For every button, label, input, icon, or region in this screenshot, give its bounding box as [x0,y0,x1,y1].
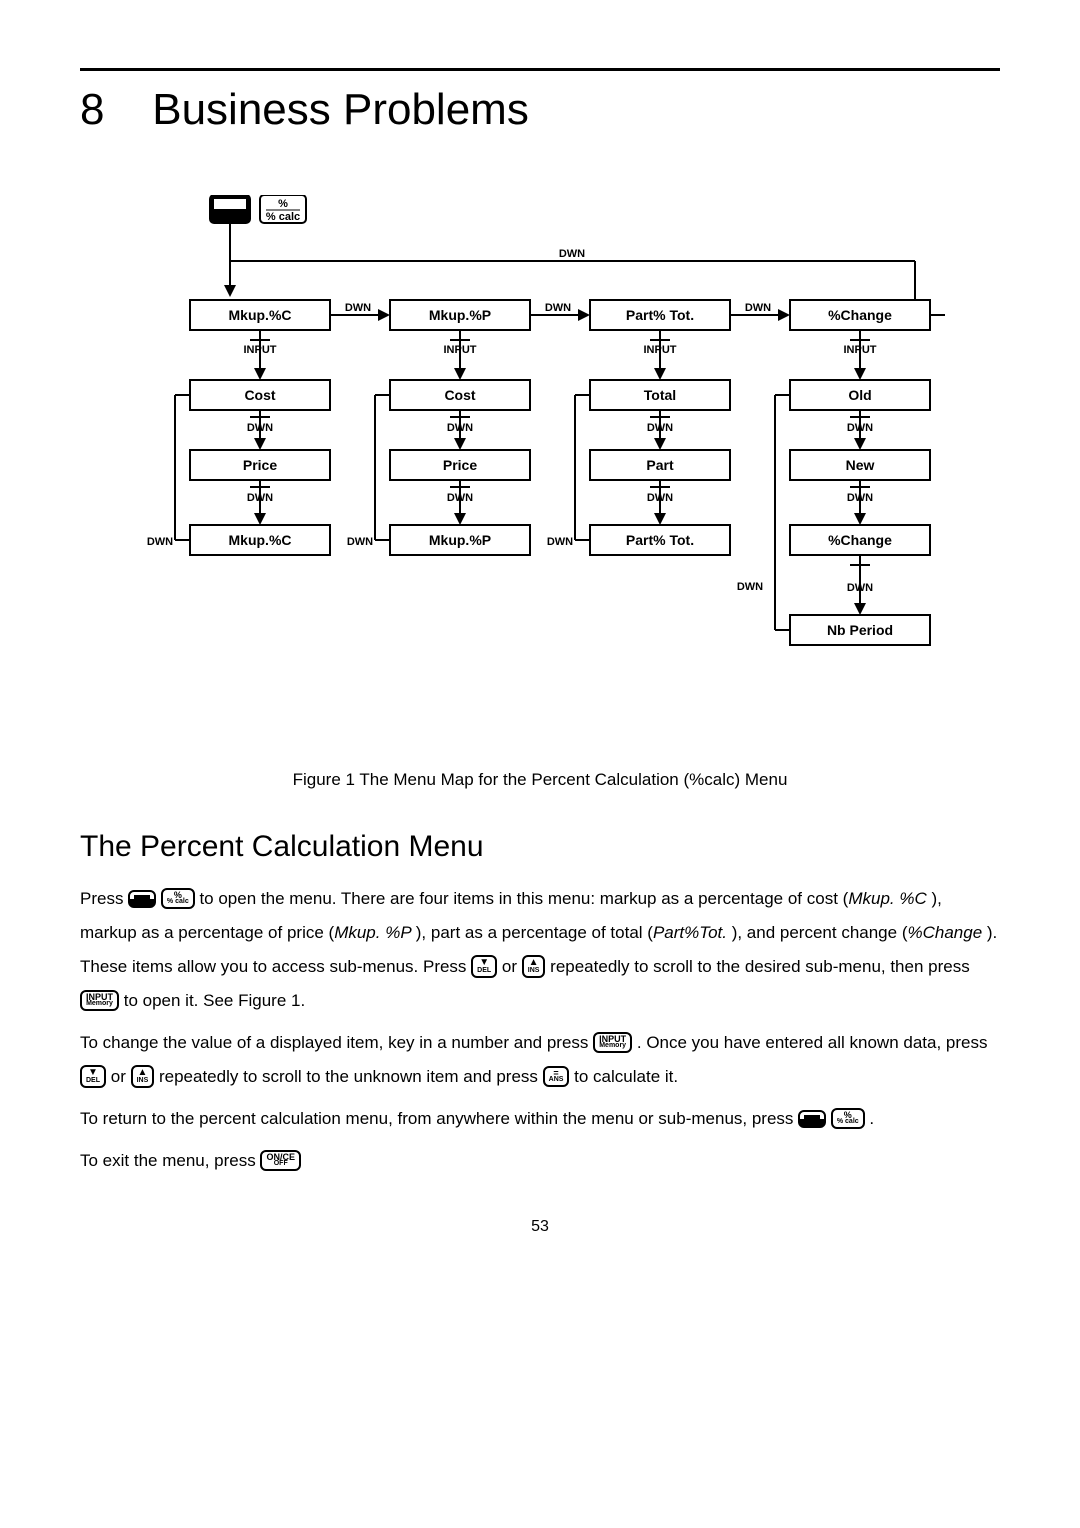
up-key-icon: ▲INS [131,1065,155,1087]
chapter-title-text: Business Problems [152,85,529,134]
input-key-icon: INPUTMemory [593,1032,632,1053]
svg-text:Old: Old [848,387,871,403]
input-key-icon: INPUTMemory [80,990,119,1011]
paragraph-3: To return to the percent calculation men… [80,1102,1000,1136]
page-number: 53 [80,1218,1000,1236]
svg-text:DWN: DWN [147,536,173,548]
down-key-icon: ▼DEL [80,1065,106,1087]
figure-1: % % calc DWN Mkup.%C Mkup.%P Part% Tot. … [90,195,990,740]
section-heading: The Percent Calculation Menu [80,830,1000,864]
svg-text:%Change: %Change [828,532,892,548]
svg-text:Price: Price [443,457,477,473]
svg-text:New: New [846,457,875,473]
svg-text:Mkup.%P: Mkup.%P [429,532,491,548]
svg-text:INPUT: INPUT [444,344,477,356]
svg-text:%: % [278,198,288,210]
svg-text:Cost: Cost [444,387,475,403]
paragraph-2: To change the value of a displayed item,… [80,1026,1000,1094]
svg-text:DWN: DWN [247,422,273,434]
figure-caption: Figure 1 The Menu Map for the Percent Ca… [80,770,1000,790]
svg-text:INPUT: INPUT [244,344,277,356]
percent-calc-key-icon: %% calc [831,1108,865,1129]
paragraph-1: Press %% calc to open the menu. There ar… [80,882,1000,1018]
svg-text:DWN: DWN [545,302,571,314]
body-text: Press %% calc to open the menu. There ar… [80,882,1000,1178]
svg-text:INPUT: INPUT [844,344,877,356]
svg-text:%Change: %Change [828,307,892,323]
svg-text:Total: Total [644,387,676,403]
svg-text:Nb Period: Nb Period [827,622,893,638]
menu-map-diagram: % % calc DWN Mkup.%C Mkup.%P Part% Tot. … [90,195,990,735]
svg-text:Part% Tot.: Part% Tot. [626,532,694,548]
svg-text:DWN: DWN [247,492,273,504]
svg-text:% calc: % calc [266,211,300,223]
svg-text:DWN: DWN [347,536,373,548]
on-ce-key-icon: ON/CEOFF [260,1150,301,1171]
top-rule [80,68,1000,71]
shift-key-icon [128,890,156,908]
down-key-icon: ▼DEL [471,955,497,977]
chapter-title: 8 Business Problems [80,85,1000,135]
svg-text:DWN: DWN [345,302,371,314]
svg-text:DWN: DWN [547,536,573,548]
svg-text:DWN: DWN [447,422,473,434]
svg-text:Mkup.%C: Mkup.%C [229,532,292,548]
equals-key-icon: =ANS [543,1066,570,1087]
svg-text:Cost: Cost [244,387,275,403]
svg-text:DWN: DWN [847,582,873,594]
shift-key-icon [798,1110,826,1128]
up-key-icon: ▲INS [522,955,546,977]
svg-text:DWN: DWN [847,492,873,504]
svg-text:Mkup.%C: Mkup.%C [229,307,292,323]
svg-text:Part: Part [646,457,674,473]
svg-text:Price: Price [243,457,277,473]
svg-text:DWN: DWN [737,581,763,593]
svg-text:DWN: DWN [745,302,771,314]
percent-calc-key-icon: %% calc [161,888,195,909]
chapter-number: 8 [80,85,140,135]
svg-text:Part% Tot.: Part% Tot. [626,307,694,323]
paragraph-4: To exit the menu, press ON/CEOFF [80,1144,1000,1178]
svg-text:DWN: DWN [559,248,585,260]
svg-text:DWN: DWN [447,492,473,504]
svg-text:DWN: DWN [647,492,673,504]
svg-text:DWN: DWN [847,422,873,434]
svg-text:INPUT: INPUT [644,344,677,356]
svg-text:Mkup.%P: Mkup.%P [429,307,491,323]
svg-text:DWN: DWN [647,422,673,434]
